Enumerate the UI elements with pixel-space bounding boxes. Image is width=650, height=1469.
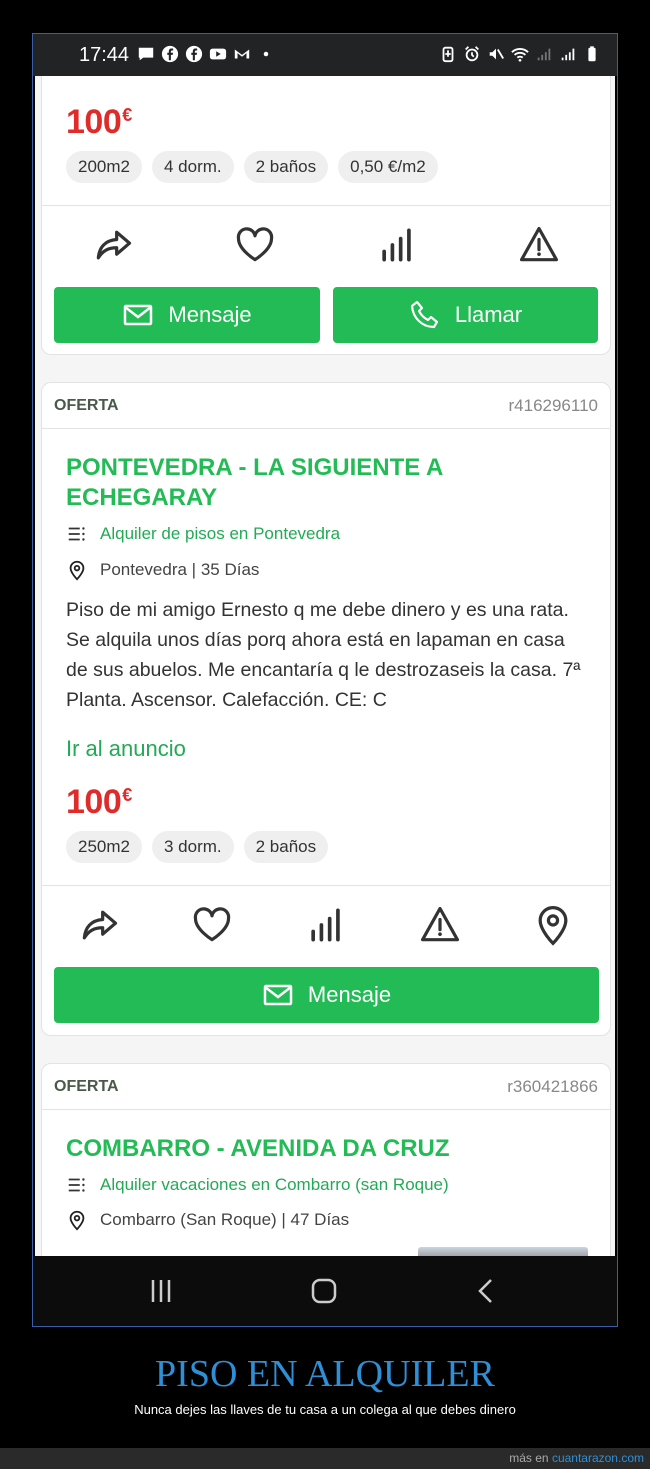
warning-icon[interactable] xyxy=(418,903,462,947)
listing-card: OFERTA r360421866 COMBARRO - AVENIDA DA … xyxy=(41,1063,611,1256)
listing-thumbnail[interactable] xyxy=(418,1247,588,1256)
stats-icon[interactable] xyxy=(375,223,419,267)
category-label: Alquiler de pisos en Pontevedra xyxy=(100,524,341,543)
message-button-label: Mensaje xyxy=(168,302,252,327)
footer-title: PISO EN ALQUILER xyxy=(155,1353,495,1395)
listing-title[interactable]: PONTEVEDRA - LA SIGUIENTE A ECHEGARAY xyxy=(66,453,546,513)
offer-label: OFERTA xyxy=(54,396,119,414)
listing-card: OFERTA r416296110 PONTEVEDRA - LA SIGUIE… xyxy=(41,382,611,1036)
list-icon xyxy=(68,1178,85,1192)
mute-icon xyxy=(489,48,504,60)
listing-title[interactable]: COMBARRO - AVENIDA DA CRUZ xyxy=(66,1134,566,1164)
price-currency: € xyxy=(122,785,132,805)
app-screen: 100€ 200m2 4 dorm. 2 baños 0,50 €/m2 Men… xyxy=(35,76,615,1256)
home-icon[interactable] xyxy=(309,1276,339,1306)
location-pin-icon[interactable] xyxy=(531,903,575,947)
mail-icon xyxy=(263,984,293,1006)
signal-icon xyxy=(537,48,551,61)
signal-r-icon xyxy=(561,48,575,61)
message-icon xyxy=(138,47,154,61)
call-button-label: Llamar xyxy=(454,302,523,327)
warning-icon[interactable] xyxy=(517,223,561,267)
battery-saver-icon xyxy=(442,46,454,63)
message-button[interactable]: Mensaje xyxy=(54,287,320,343)
chip-area: 250m2 xyxy=(66,831,142,863)
facebook-icon xyxy=(161,45,179,63)
chip-bedrooms: 3 dorm. xyxy=(151,831,234,863)
battery-icon xyxy=(588,46,596,62)
chip-bathrooms: 2 baños xyxy=(243,151,329,183)
mail-icon xyxy=(124,304,153,326)
system-nav-bar xyxy=(33,1256,617,1326)
location-label: Combarro (San Roque) | 47 Días xyxy=(100,1210,350,1229)
price-value: 100 xyxy=(66,783,122,821)
chip-bedrooms: 4 dorm. xyxy=(151,151,234,183)
chip-price-per-m2: 0,50 €/m2 xyxy=(338,151,438,183)
message-button-label: Mensaje xyxy=(307,982,392,1007)
card-header: OFERTA r416296110 xyxy=(42,383,610,429)
listing-card: 100€ 200m2 4 dorm. 2 baños 0,50 €/m2 Men… xyxy=(41,76,611,355)
listing-ref: r416296110 xyxy=(508,395,599,415)
location-row: Pontevedra | 35 Días xyxy=(66,559,259,581)
wifi-icon xyxy=(511,48,529,62)
footer-subtitle: Nunca dejes las llaves de tu casa a un c… xyxy=(134,1402,516,1417)
location-pin-icon xyxy=(69,560,85,581)
heart-icon[interactable] xyxy=(190,903,234,947)
listing-description: Piso de mi amigo Ernesto q me debe diner… xyxy=(66,599,581,711)
offer-label: OFERTA xyxy=(54,1077,119,1095)
dot-icon xyxy=(263,51,269,57)
list-icon xyxy=(68,527,85,541)
alarm-icon xyxy=(465,46,479,62)
chip-area: 200m2 xyxy=(66,151,142,183)
price-currency: € xyxy=(122,105,132,125)
price: 100€ xyxy=(66,783,132,822)
status-time: 17:44 xyxy=(79,44,130,66)
category-row[interactable]: Alquiler vacaciones en Combarro (san Roq… xyxy=(66,1174,449,1196)
call-button[interactable]: Llamar xyxy=(333,287,598,343)
stats-icon[interactable] xyxy=(304,903,348,947)
heart-icon[interactable] xyxy=(233,223,277,267)
category-row[interactable]: Alquiler de pisos en Pontevedra xyxy=(66,523,340,545)
category-label: Alquiler vacaciones en Combarro (san Roq… xyxy=(100,1175,449,1194)
listing-ref: r360421866 xyxy=(507,1076,598,1096)
facebook-icon xyxy=(185,45,203,63)
footer-more-link[interactable]: más en cuantarazon.com xyxy=(509,1451,644,1465)
features-chips: 200m2 4 dorm. 2 baños 0,50 €/m2 xyxy=(66,151,438,183)
recent-apps-icon[interactable] xyxy=(145,1276,177,1306)
share-icon[interactable] xyxy=(77,903,121,947)
chip-bathrooms: 2 baños xyxy=(243,831,329,863)
youtube-icon xyxy=(209,48,227,60)
phone-icon xyxy=(410,300,438,329)
card-header: OFERTA r360421866 xyxy=(42,1064,610,1110)
footer-brand-link[interactable]: cuantarazon.com xyxy=(552,1451,644,1465)
features-chips: 250m2 3 dorm. 2 baños xyxy=(66,831,329,863)
location-pin-icon xyxy=(69,1210,85,1231)
action-row xyxy=(42,206,610,284)
footer-bar: más en cuantarazon.com xyxy=(0,1448,650,1469)
price: 100€ xyxy=(66,103,132,142)
status-bar: 17:44 xyxy=(33,34,617,76)
location-label: Pontevedra | 35 Días xyxy=(100,560,260,579)
price-value: 100 xyxy=(66,103,122,141)
gmail-icon xyxy=(234,49,250,59)
go-to-listing-link[interactable]: Ir al anuncio xyxy=(66,736,186,762)
action-row xyxy=(42,886,610,964)
location-row: Combarro (San Roque) | 47 Días xyxy=(66,1209,349,1231)
message-button[interactable]: Mensaje xyxy=(54,967,599,1023)
back-icon[interactable] xyxy=(473,1276,499,1306)
footer-more-prefix: más en xyxy=(509,1451,549,1465)
share-icon[interactable] xyxy=(91,223,135,267)
